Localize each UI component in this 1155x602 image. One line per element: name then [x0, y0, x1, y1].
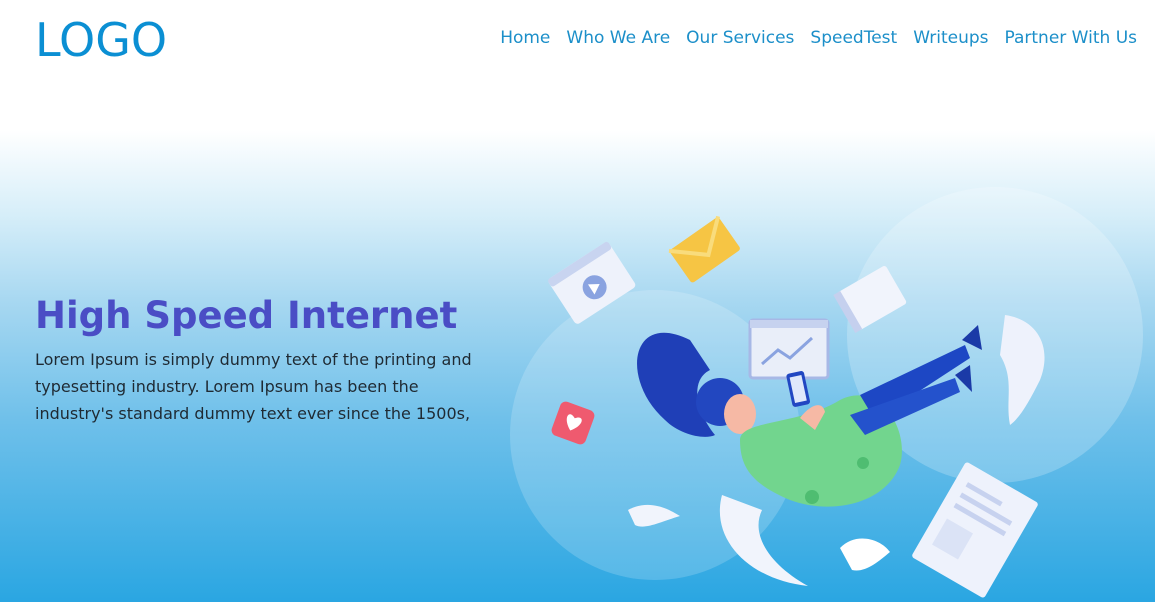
nav-who-we-are[interactable]: Who We Are — [566, 26, 670, 50]
site-header: LOGO Home Who We Are Our Services SpeedT… — [0, 0, 1155, 80]
envelope-icon — [668, 215, 740, 283]
paper-small-right — [840, 538, 890, 571]
document-icon — [912, 462, 1038, 598]
chart-card-icon — [748, 318, 830, 380]
nav-our-services[interactable]: Our Services — [686, 26, 794, 50]
nav-home[interactable]: Home — [500, 26, 550, 50]
main-nav: Home Who We Are Our Services SpeedTest W… — [500, 26, 1137, 50]
logo[interactable]: LOGO — [35, 12, 167, 68]
hero-title: High Speed Internet — [35, 294, 458, 337]
nav-speedtest[interactable]: SpeedTest — [810, 26, 897, 50]
hero-description: Lorem Ipsum is simply dummy text of the … — [35, 350, 472, 423]
nav-writeups[interactable]: Writeups — [913, 26, 988, 50]
hero-illustration — [510, 187, 1143, 598]
nav-partner-with-us[interactable]: Partner With Us — [1005, 26, 1138, 50]
